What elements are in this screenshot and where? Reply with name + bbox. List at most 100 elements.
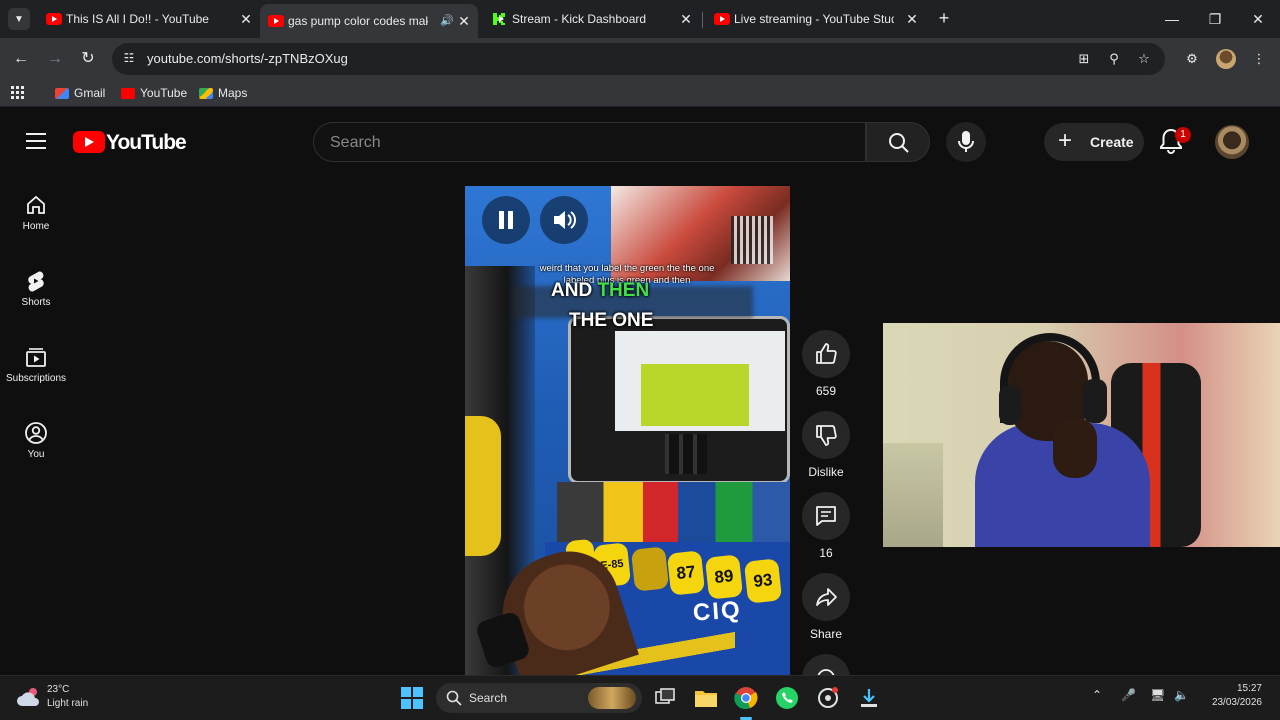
like-count: 659 — [815, 384, 837, 398]
system-clock[interactable]: 15:27 23/03/2026 — [1200, 682, 1262, 710]
like-button[interactable] — [802, 330, 850, 378]
whatsapp-taskbar-button[interactable] — [773, 684, 801, 712]
search-input[interactable]: Search — [313, 122, 866, 162]
dislike-button[interactable] — [802, 411, 850, 459]
new-tab-button[interactable]: + — [934, 8, 954, 28]
apps-grid-icon[interactable] — [11, 86, 25, 100]
url-text[interactable]: youtube.com/shorts/-zpTNBzOXug — [147, 51, 348, 66]
voice-search-button[interactable] — [946, 122, 986, 162]
forward-button[interactable]: → — [44, 48, 66, 70]
youtube-favicon — [268, 15, 284, 27]
show-hidden-icons-chevron[interactable]: ⌃ — [1092, 688, 1102, 702]
grade-panel — [557, 482, 790, 542]
microphone-tray-icon[interactable]: 🎤 — [1121, 688, 1136, 702]
bookmark-label: YouTube — [140, 86, 188, 100]
gmail-icon — [55, 87, 69, 99]
extensions-icon[interactable]: ⚙ — [1182, 49, 1202, 69]
grade-label-89: 89 — [704, 554, 744, 600]
share-button[interactable] — [802, 573, 850, 621]
brand-text: CIQ — [692, 596, 743, 627]
speaker-tray-icon[interactable]: 🔈 — [1174, 688, 1189, 702]
task-view-button[interactable] — [651, 684, 679, 712]
bookmark-maps[interactable]: Maps — [199, 86, 247, 100]
search-button[interactable] — [866, 122, 930, 162]
close-icon[interactable]: ✕ — [678, 11, 694, 27]
zoom-icon[interactable]: ⚲ — [1106, 51, 1122, 67]
comments-action[interactable]: 16 — [802, 492, 850, 560]
volume-button[interactable] — [540, 196, 588, 244]
guide-item-you[interactable]: You — [0, 421, 72, 460]
file-explorer-button[interactable] — [692, 684, 720, 712]
tab-search-button[interactable]: ▼ — [8, 8, 30, 30]
bookmark-youtube[interactable]: YouTube — [121, 86, 187, 100]
guide-item-shorts[interactable]: Shorts — [0, 269, 72, 308]
tab-this-is-all-i-do[interactable]: This IS All I Do!! - YouTube ✕ — [38, 6, 260, 32]
weather-widget[interactable]: 23°C Light rain — [14, 682, 134, 714]
start-button[interactable] — [398, 684, 426, 712]
youtube-favicon — [714, 13, 730, 25]
like-action[interactable]: 659 — [802, 330, 850, 398]
site-info-icon[interactable]: ☷ — [122, 51, 136, 65]
minimize-button[interactable]: — — [1160, 8, 1184, 30]
account-avatar[interactable] — [1215, 125, 1249, 159]
window-close-button[interactable]: ✕ — [1246, 8, 1270, 30]
taskbar-search-label: Search — [469, 691, 508, 705]
comments-button[interactable] — [802, 492, 850, 540]
restore-button[interactable]: ❐ — [1203, 8, 1227, 30]
guide-menu-icon[interactable] — [26, 133, 46, 149]
guide-label: Home — [22, 221, 50, 232]
weather-cloud-icon — [17, 688, 39, 706]
dislike-label: Dislike — [808, 465, 844, 479]
network-icon[interactable]: 🖥 — [1150, 688, 1165, 702]
notification-badge: 1 — [1175, 127, 1191, 143]
bookmark-label: Gmail — [74, 86, 106, 100]
guide-item-home[interactable]: Home — [0, 193, 72, 232]
caption-word-and: AND — [551, 280, 598, 301]
browser-toolbar: ← → ↻ ☷ youtube.com/shorts/-zpTNBzOXug ⊞… — [0, 38, 1280, 80]
weather-temperature: 23°C — [47, 684, 70, 695]
create-button[interactable]: + Create — [1044, 123, 1144, 161]
taskbar-search[interactable]: Search — [436, 683, 642, 713]
remix-button[interactable] — [802, 654, 850, 675]
share-action[interactable]: Share — [802, 573, 850, 641]
address-bar[interactable]: ☷ youtube.com/shorts/-zpTNBzOXug ⊞ ⚲ ☆ — [112, 43, 1165, 75]
weather-condition: Light rain — [47, 698, 89, 709]
install-app-icon[interactable]: ⊞ — [1076, 51, 1092, 67]
chrome-profile-avatar[interactable] — [1216, 49, 1236, 69]
bookmark-gmail[interactable]: Gmail — [55, 86, 105, 100]
yellow-nozzle — [465, 416, 501, 556]
tab-gas-pump-color-codes[interactable]: gas pump color codes mak 🔊 ✕ — [260, 4, 478, 38]
close-icon[interactable]: ✕ — [904, 11, 920, 27]
remix-icon — [817, 669, 835, 675]
app-taskbar-button[interactable] — [814, 684, 842, 712]
close-icon[interactable]: ✕ — [456, 13, 472, 29]
guide-item-subscriptions[interactable]: Subscriptions — [0, 345, 72, 384]
youtube-header: YouTube Search + Create 1 — [0, 107, 1280, 177]
shorts-icon — [28, 271, 44, 292]
dislike-action[interactable]: Dislike — [802, 411, 850, 479]
search-icon — [889, 133, 909, 153]
reload-button[interactable]: ↻ — [77, 48, 99, 70]
caption-word-then: THEN — [597, 280, 650, 301]
comment-icon — [816, 506, 836, 526]
menu-icon[interactable]: ⋮ — [1249, 49, 1269, 69]
speaker-icon[interactable]: 🔊 — [440, 14, 454, 27]
download-app-taskbar-button[interactable] — [855, 684, 883, 712]
remix-action[interactable] — [802, 654, 850, 675]
pause-button[interactable] — [482, 196, 530, 244]
bookmark-star-icon[interactable]: ☆ — [1136, 51, 1152, 67]
browser-tab-strip: ▼ This IS All I Do!! - YouTube ✕ gas pum… — [0, 0, 1280, 38]
keypad — [665, 434, 707, 474]
youtube-logo-text[interactable]: YouTube — [106, 131, 187, 155]
back-button[interactable]: ← — [10, 48, 32, 70]
thumbs-up-icon — [816, 343, 837, 364]
clock-time: 15:27 — [1236, 683, 1262, 694]
tab-youtube-studio[interactable]: Live streaming - YouTube Studi ✕ — [706, 6, 926, 32]
shorts-video-player[interactable]: E-85 87 89 93 CIQ weird that you label t… — [465, 186, 790, 676]
tab-kick-dashboard[interactable]: Stream - Kick Dashboard ✕ — [484, 6, 700, 32]
close-icon[interactable]: ✕ — [238, 11, 254, 27]
youtube-logo-icon[interactable] — [73, 131, 105, 153]
chrome-taskbar-button[interactable] — [732, 684, 760, 720]
subscriptions-icon — [26, 348, 46, 367]
guide-label: Subscriptions — [5, 373, 67, 384]
